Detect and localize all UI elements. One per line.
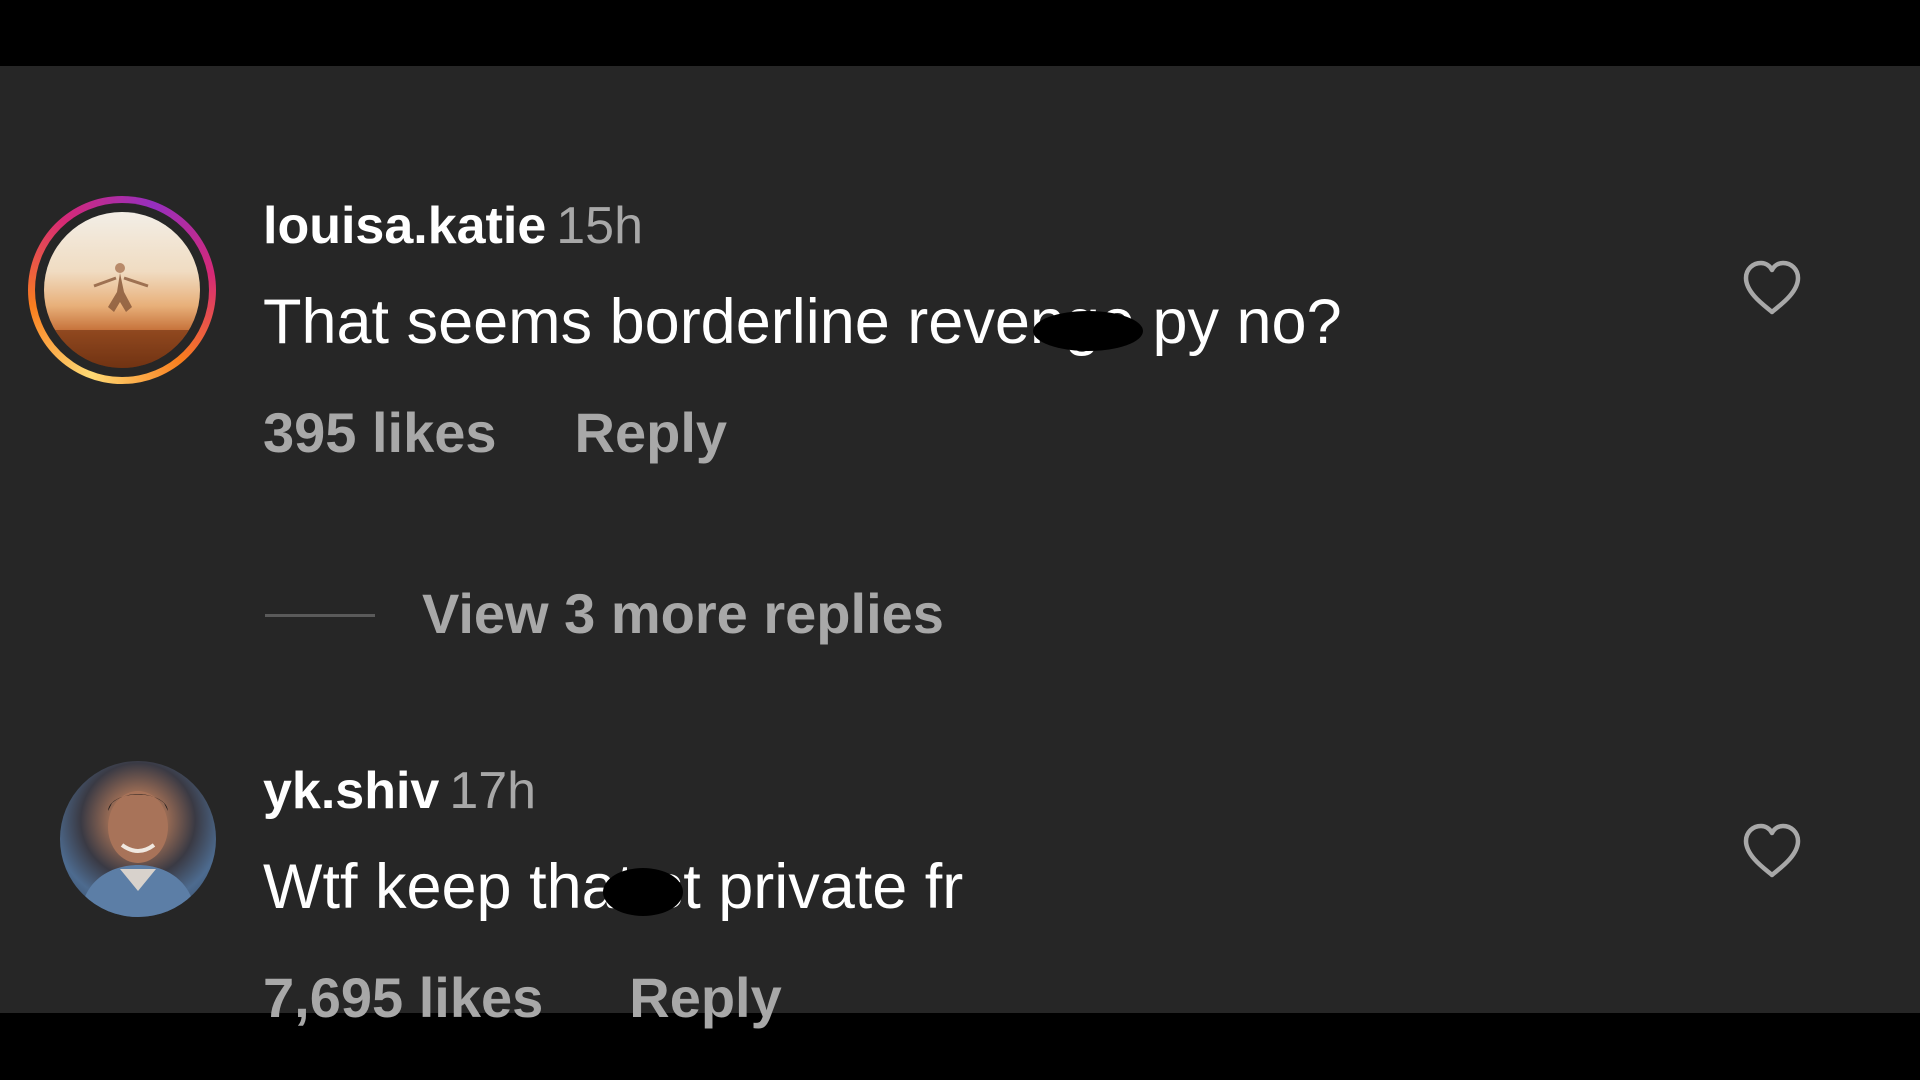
person-photo-image (80, 791, 196, 917)
username[interactable]: yk.shiv (263, 762, 439, 820)
likes-count[interactable]: 7,695 likes (263, 966, 543, 1029)
avatar (44, 212, 200, 368)
comment-text: That seems borderline revenge py no? (263, 286, 1342, 358)
timestamp: 17h (449, 762, 537, 820)
heart-icon[interactable] (1742, 260, 1802, 316)
view-more-replies-label[interactable]: View 3 more replies (422, 582, 944, 646)
timestamp: 15h (556, 197, 643, 255)
heart-icon[interactable] (1742, 823, 1802, 879)
person-silhouette-image (44, 263, 200, 368)
comment-actions: 395 likes Reply (263, 401, 727, 465)
comment-text-part: t private fr (683, 852, 964, 922)
comment-meta: louisa.katie 15h (263, 196, 643, 256)
comment-meta: yk.shiv 17h (263, 761, 536, 821)
reply-button[interactable]: Reply (629, 966, 782, 1029)
reply-button[interactable]: Reply (575, 401, 728, 464)
comment-text-part: y no? (1187, 287, 1342, 357)
comments-panel: louisa.katie 15h That seems borderline re… (0, 66, 1920, 1029)
avatar[interactable] (60, 761, 216, 917)
reply-thread-line (265, 614, 375, 617)
view-more-replies[interactable]: View 3 more replies (265, 578, 1165, 650)
likes-count[interactable]: 395 likes (263, 401, 497, 464)
username[interactable]: louisa.katie (263, 197, 546, 255)
comment-actions: 7,695 likes Reply (263, 966, 782, 1030)
avatar-story-ring[interactable] (28, 196, 216, 384)
comment-text: Wtf keep that st private fr (263, 851, 963, 923)
